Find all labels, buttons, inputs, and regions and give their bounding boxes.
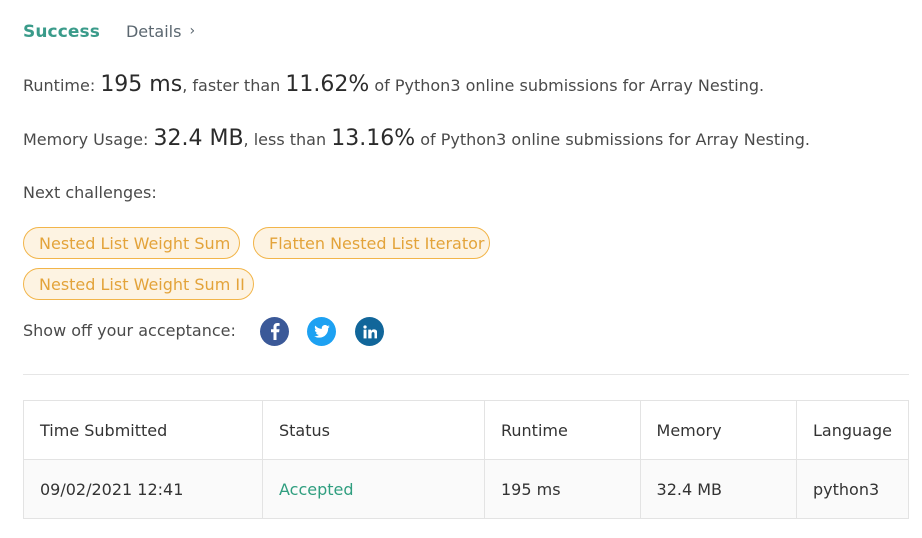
cell-runtime: 195 ms bbox=[484, 459, 641, 519]
submission-result-page: Success Details › Runtime: 195 ms, faste… bbox=[0, 0, 922, 538]
column-header-runtime: Runtime bbox=[484, 400, 641, 460]
column-header-time-submitted: Time Submitted bbox=[23, 400, 263, 460]
column-header-memory: Memory bbox=[639, 400, 798, 460]
table-header-row: Time Submitted Status Runtime Memory Lan… bbox=[23, 400, 909, 460]
runtime-suffix: of Python3 online submissions for Array … bbox=[369, 76, 765, 95]
memory-percent: 13.16% bbox=[331, 126, 416, 151]
linkedin-icon bbox=[362, 324, 377, 339]
memory-suffix: of Python3 online submissions for Array … bbox=[415, 130, 810, 149]
section-divider bbox=[23, 374, 909, 375]
tab-details-label: Details bbox=[125, 22, 182, 41]
challenge-chip-flatten-nested-list-iterator[interactable]: Flatten Nested List Iterator bbox=[253, 227, 490, 259]
runtime-comparison: , faster than bbox=[182, 76, 286, 95]
share-label: Show off your acceptance: bbox=[23, 321, 236, 340]
runtime-percent: 11.62% bbox=[285, 72, 370, 97]
linkedin-share-button[interactable] bbox=[355, 317, 384, 346]
twitter-share-button[interactable] bbox=[307, 317, 336, 346]
runtime-stat: Runtime: 195 ms, faster than 11.62% of P… bbox=[23, 72, 764, 97]
submissions-table: Time Submitted Status Runtime Memory Lan… bbox=[23, 400, 909, 519]
cell-language: python3 bbox=[796, 459, 909, 519]
chevron-right-icon: › bbox=[189, 22, 196, 39]
challenge-chip-nested-list-weight-sum-ii[interactable]: Nested List Weight Sum II bbox=[23, 268, 254, 300]
memory-stat: Memory Usage: 32.4 MB, less than 13.16% … bbox=[23, 126, 810, 151]
twitter-icon bbox=[313, 325, 330, 338]
runtime-value: 195 ms bbox=[100, 72, 183, 97]
memory-value: 32.4 MB bbox=[153, 126, 244, 151]
cell-time-submitted: 09/02/2021 12:41 bbox=[23, 459, 263, 519]
tab-success[interactable]: Success bbox=[23, 22, 100, 42]
column-header-status: Status bbox=[262, 400, 485, 460]
memory-comparison: , less than bbox=[243, 130, 332, 149]
memory-label: Memory Usage: bbox=[23, 130, 154, 149]
cell-memory: 32.4 MB bbox=[639, 459, 798, 519]
next-challenges-label: Next challenges: bbox=[23, 183, 157, 202]
cell-status-link[interactable]: Accepted bbox=[262, 459, 485, 519]
facebook-share-button[interactable] bbox=[260, 317, 289, 346]
column-header-language: Language bbox=[796, 400, 909, 460]
runtime-label: Runtime: bbox=[23, 76, 101, 95]
result-tabs: Success Details › bbox=[23, 22, 195, 42]
facebook-icon bbox=[270, 323, 280, 340]
challenge-chip-nested-list-weight-sum[interactable]: Nested List Weight Sum bbox=[23, 227, 240, 259]
tab-details[interactable]: Details › bbox=[126, 22, 195, 41]
table-row: 09/02/2021 12:41 Accepted 195 ms 32.4 MB… bbox=[23, 459, 909, 519]
